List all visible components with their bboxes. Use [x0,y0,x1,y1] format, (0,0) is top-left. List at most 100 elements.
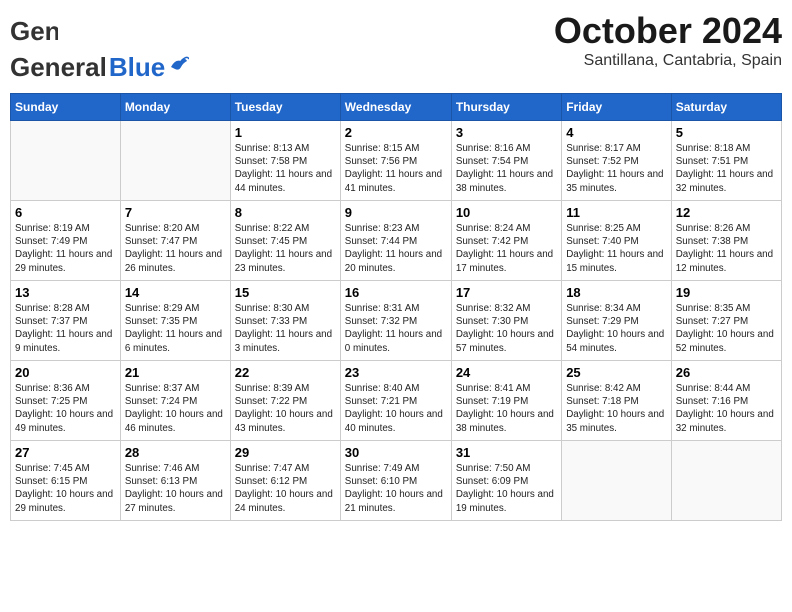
calendar-cell [11,121,121,201]
day-info: Sunrise: 8:40 AM Sunset: 7:21 PM Dayligh… [345,382,447,435]
calendar-cell: 6 Sunrise: 8:19 AM Sunset: 7:49 PM Daylig… [11,201,121,281]
calendar-week-5: 27Sunrise: 7:45 AM Sunset: 6:15 PM Dayli… [11,441,782,521]
calendar-cell: 8 Sunrise: 8:22 AM Sunset: 7:45 PM Daylig… [230,201,340,281]
day-info: Sunrise: 8:24 AM Sunset: 7:42 PM Dayligh… [456,222,557,275]
title-section: October 2024 Santillana, Cantabria, Spai… [554,10,782,70]
day-info: Sunrise: 7:46 AM Sunset: 6:13 PM Dayligh… [125,462,226,515]
calendar-cell: 30 Sunrise: 7:49 AM Sunset: 6:10 PM Dayli… [340,441,451,521]
day-info: Sunrise: 8:26 AM Sunset: 7:38 PM Dayligh… [676,222,777,275]
day-info: Sunrise: 8:36 AM Sunset: 7:25 PM Dayligh… [15,382,116,435]
day-info: Sunrise: 7:47 AM Sunset: 6:12 PM Dayligh… [235,462,336,515]
calendar-cell: 13Sunrise: 8:28 AM Sunset: 7:37 PM Dayli… [11,281,121,361]
day-number: 25 [566,365,667,380]
calendar-week-3: 13Sunrise: 8:28 AM Sunset: 7:37 PM Dayli… [11,281,782,361]
day-info: Sunrise: 8:44 AM Sunset: 7:16 PM Dayligh… [676,382,777,435]
day-number: 30 [345,445,447,460]
day-info: Sunrise: 8:23 AM Sunset: 7:44 PM Dayligh… [345,222,447,275]
header-saturday: Saturday [671,94,781,121]
day-info: Sunrise: 8:13 AM Sunset: 7:58 PM Dayligh… [235,142,336,195]
calendar-cell [671,441,781,521]
calendar-cell: 21 Sunrise: 8:37 AM Sunset: 7:24 PM Dayli… [120,361,230,441]
calendar-cell: 2 Sunrise: 8:15 AM Sunset: 7:56 PM Daylig… [340,121,451,201]
day-number: 17 [456,285,557,300]
calendar-cell: 29 Sunrise: 7:47 AM Sunset: 6:12 PM Dayli… [230,441,340,521]
calendar-cell: 14 Sunrise: 8:29 AM Sunset: 7:35 PM Dayli… [120,281,230,361]
calendar-cell: 27Sunrise: 7:45 AM Sunset: 6:15 PM Dayli… [11,441,121,521]
day-info: Sunrise: 8:31 AM Sunset: 7:32 PM Dayligh… [345,302,447,355]
day-number: 5 [676,125,777,140]
calendar-week-2: 6 Sunrise: 8:19 AM Sunset: 7:49 PM Daylig… [11,201,782,281]
calendar-cell: 9Sunrise: 8:23 AM Sunset: 7:44 PM Daylig… [340,201,451,281]
day-info: Sunrise: 8:15 AM Sunset: 7:56 PM Dayligh… [345,142,447,195]
calendar-cell: 18Sunrise: 8:34 AM Sunset: 7:29 PM Dayli… [562,281,672,361]
calendar-cell: 24Sunrise: 8:41 AM Sunset: 7:19 PM Dayli… [451,361,561,441]
day-number: 26 [676,365,777,380]
day-number: 29 [235,445,336,460]
calendar-cell: 31Sunrise: 7:50 AM Sunset: 6:09 PM Dayli… [451,441,561,521]
calendar-cell: 22 Sunrise: 8:39 AM Sunset: 7:22 PM Dayli… [230,361,340,441]
day-info: Sunrise: 8:39 AM Sunset: 7:22 PM Dayligh… [235,382,336,435]
day-number: 18 [566,285,667,300]
calendar-cell: 26 Sunrise: 8:44 AM Sunset: 7:16 PM Dayli… [671,361,781,441]
calendar-cell: 28 Sunrise: 7:46 AM Sunset: 6:13 PM Dayli… [120,441,230,521]
logo-bird-icon [167,53,189,75]
calendar-cell: 4Sunrise: 8:17 AM Sunset: 7:52 PM Daylig… [562,121,672,201]
calendar-cell [562,441,672,521]
header-wednesday: Wednesday [340,94,451,121]
logo-general: General [10,52,107,83]
day-number: 21 [125,365,226,380]
day-info: Sunrise: 8:28 AM Sunset: 7:37 PM Dayligh… [15,302,116,355]
day-number: 10 [456,205,557,220]
day-number: 15 [235,285,336,300]
calendar-week-4: 20Sunrise: 8:36 AM Sunset: 7:25 PM Dayli… [11,361,782,441]
day-number: 16 [345,285,447,300]
day-number: 22 [235,365,336,380]
calendar-cell: 20Sunrise: 8:36 AM Sunset: 7:25 PM Dayli… [11,361,121,441]
header-tuesday: Tuesday [230,94,340,121]
calendar-cell: 16 Sunrise: 8:31 AM Sunset: 7:32 PM Dayli… [340,281,451,361]
calendar-cell: 11Sunrise: 8:25 AM Sunset: 7:40 PM Dayli… [562,201,672,281]
day-number: 27 [15,445,116,460]
day-info: Sunrise: 7:49 AM Sunset: 6:10 PM Dayligh… [345,462,447,515]
day-number: 23 [345,365,447,380]
calendar-header-row: SundayMondayTuesdayWednesdayThursdayFrid… [11,94,782,121]
day-number: 11 [566,205,667,220]
calendar-cell: 5 Sunrise: 8:18 AM Sunset: 7:51 PM Daylig… [671,121,781,201]
calendar-cell: 15 Sunrise: 8:30 AM Sunset: 7:33 PM Dayli… [230,281,340,361]
calendar-cell: 12 Sunrise: 8:26 AM Sunset: 7:38 PM Dayli… [671,201,781,281]
month-title: October 2024 [554,10,782,52]
day-number: 24 [456,365,557,380]
header-sunday: Sunday [11,94,121,121]
logo-icon: General [10,10,58,56]
svg-text:General: General [10,16,58,46]
logo-blue: Blue [109,52,165,83]
day-info: Sunrise: 8:35 AM Sunset: 7:27 PM Dayligh… [676,302,777,355]
day-number: 2 [345,125,447,140]
day-number: 12 [676,205,777,220]
day-number: 3 [456,125,557,140]
header-thursday: Thursday [451,94,561,121]
calendar-cell [120,121,230,201]
day-info: Sunrise: 8:22 AM Sunset: 7:45 PM Dayligh… [235,222,336,275]
page-header: General General Blue October 2024 Santil… [10,10,782,83]
calendar-cell: 3Sunrise: 8:16 AM Sunset: 7:54 PM Daylig… [451,121,561,201]
day-info: Sunrise: 8:29 AM Sunset: 7:35 PM Dayligh… [125,302,226,355]
day-number: 28 [125,445,226,460]
day-info: Sunrise: 8:18 AM Sunset: 7:51 PM Dayligh… [676,142,777,195]
calendar-cell: 17 Sunrise: 8:32 AM Sunset: 7:30 PM Dayli… [451,281,561,361]
day-info: Sunrise: 8:19 AM Sunset: 7:49 PM Dayligh… [15,222,116,275]
day-number: 1 [235,125,336,140]
day-info: Sunrise: 8:20 AM Sunset: 7:47 PM Dayligh… [125,222,226,275]
calendar-cell: 7 Sunrise: 8:20 AM Sunset: 7:47 PM Daylig… [120,201,230,281]
day-number: 6 [15,205,116,220]
day-info: Sunrise: 8:30 AM Sunset: 7:33 PM Dayligh… [235,302,336,355]
day-number: 7 [125,205,226,220]
day-number: 8 [235,205,336,220]
calendar-cell: 19Sunrise: 8:35 AM Sunset: 7:27 PM Dayli… [671,281,781,361]
day-number: 14 [125,285,226,300]
calendar-week-1: 1 Sunrise: 8:13 AM Sunset: 7:58 PM Daylig… [11,121,782,201]
day-info: Sunrise: 8:37 AM Sunset: 7:24 PM Dayligh… [125,382,226,435]
day-info: Sunrise: 8:32 AM Sunset: 7:30 PM Dayligh… [456,302,557,355]
calendar-table: SundayMondayTuesdayWednesdayThursdayFrid… [10,93,782,521]
calendar-cell: 25Sunrise: 8:42 AM Sunset: 7:18 PM Dayli… [562,361,672,441]
